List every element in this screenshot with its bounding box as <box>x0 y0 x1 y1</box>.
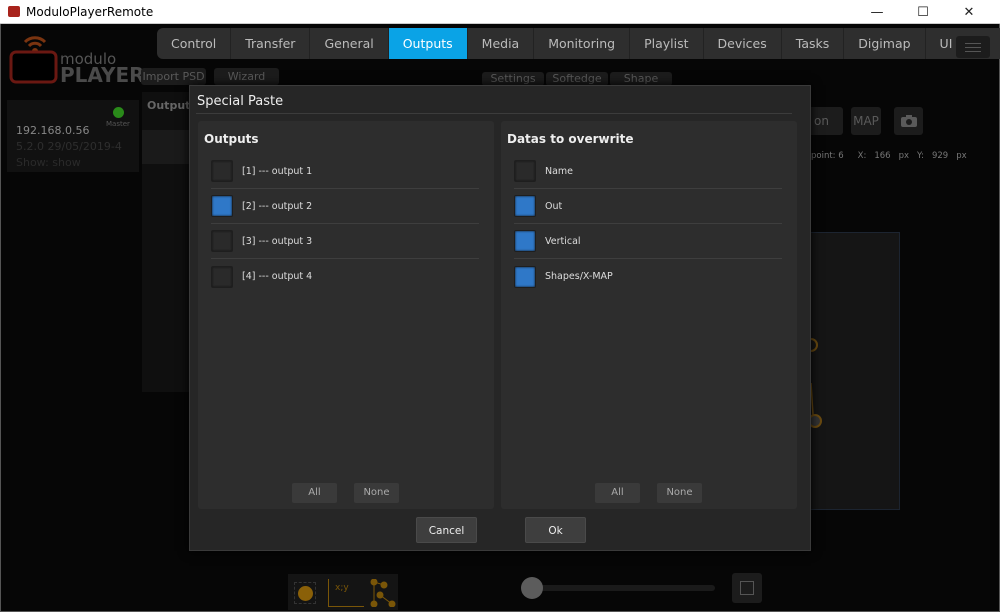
checkbox[interactable] <box>211 195 233 217</box>
list-item[interactable]: Shapes/X-MAP <box>514 259 782 294</box>
maximize-button[interactable]: ☐ <box>900 0 946 24</box>
camera-icon[interactable] <box>894 107 923 135</box>
checkbox[interactable] <box>514 265 536 288</box>
tab-digimap[interactable]: Digimap <box>844 28 926 59</box>
tab-transfer[interactable]: Transfer <box>231 28 311 59</box>
tab-playlist[interactable]: Playlist <box>630 28 704 59</box>
minimize-button[interactable]: — <box>854 0 900 24</box>
tab-general[interactable]: General <box>310 28 389 59</box>
y-value: 929 <box>931 151 949 161</box>
tab-monitoring[interactable]: Monitoring <box>534 28 631 59</box>
device-ip: 192.168.0.56 <box>16 124 90 137</box>
outputs-title: Outputs <box>204 132 259 146</box>
outputs-list-panel: Outputs <box>142 92 197 392</box>
bottom-tools: x;y <box>288 574 398 610</box>
divider <box>196 113 792 114</box>
tab-tasks[interactable]: Tasks <box>782 28 845 59</box>
item-label: [3] --- output 3 <box>242 235 313 247</box>
checkbox[interactable] <box>514 195 536 217</box>
item-label: Shapes/X-MAP <box>545 271 613 282</box>
checkbox[interactable] <box>514 160 536 182</box>
outputs-all-button[interactable]: All <box>292 483 337 503</box>
title-bar: ModuloPlayerRemote — ☐ ✕ <box>0 0 1000 24</box>
datas-title: Datas to overwrite <box>507 132 634 146</box>
item-label: Name <box>545 165 574 177</box>
device-show: Show: show <box>16 156 81 169</box>
item-label: [4] --- output 4 <box>242 271 313 282</box>
xy-label: x;y <box>335 583 349 593</box>
ok-button[interactable]: Ok <box>525 517 586 543</box>
dialog-title: Special Paste <box>197 94 284 109</box>
logo-icon <box>9 28 59 84</box>
status-indicator <box>113 107 124 118</box>
map-button[interactable]: MAP <box>851 107 881 135</box>
datas-none-button[interactable]: None <box>657 483 702 503</box>
coordinates-readout: point: 6 X: 166 px Y: 929 px <box>811 151 967 161</box>
item-label: Out <box>545 200 563 212</box>
list-item[interactable]: Out <box>514 189 782 224</box>
datas-panel: Datas to overwrite Name Out Vertical Shapes… <box>501 121 797 509</box>
tab-devices[interactable]: Devices <box>704 28 782 59</box>
zoom-slider[interactable] <box>530 585 715 591</box>
import-psd-button[interactable]: Import PSD <box>141 68 206 85</box>
subtab-softedge[interactable]: Softedge <box>546 72 608 86</box>
menu-icon[interactable] <box>956 36 990 58</box>
tab-media[interactable]: Media <box>468 28 535 59</box>
close-button[interactable]: ✕ <box>946 0 992 24</box>
list-item[interactable]: [1] --- output 1 <box>211 154 479 189</box>
outputs-none-button[interactable]: None <box>354 483 399 503</box>
device-version: 5.2.0 29/05/2019-4 <box>16 140 122 153</box>
y-label: Y: <box>917 151 924 161</box>
item-label: Vertical <box>545 235 581 247</box>
datas-all-button[interactable]: All <box>595 483 640 503</box>
cancel-button[interactable]: Cancel <box>416 517 477 543</box>
x-label: X: <box>857 151 867 161</box>
logo-text-player: PLAYER <box>60 63 145 87</box>
xy-tool-icon[interactable]: x;y <box>328 579 364 607</box>
window-title: ModuloPlayerRemote <box>26 4 154 19</box>
device-card[interactable]: Master 192.168.0.56 5.2.0 29/05/2019-4 S… <box>7 100 139 172</box>
fit-screen-icon[interactable] <box>732 573 762 603</box>
checkbox[interactable] <box>514 230 536 252</box>
point-label: point: 6 <box>811 151 844 161</box>
list-item[interactable]: [4] --- output 4 <box>211 259 479 294</box>
list-item[interactable]: Name <box>514 154 782 189</box>
list-item[interactable]: Vertical <box>514 224 782 259</box>
checkbox[interactable] <box>211 265 233 288</box>
subtab-settings[interactable]: Settings <box>482 72 544 86</box>
outputs-list-row <box>142 130 190 164</box>
item-label: [2] --- output 2 <box>242 200 313 212</box>
y-unit: px <box>956 151 967 161</box>
list-item[interactable]: [3] --- output 3 <box>211 224 479 259</box>
tab-control[interactable]: Control <box>157 28 232 59</box>
role-label: Master <box>106 120 130 128</box>
checkbox[interactable] <box>211 160 233 182</box>
tab-outputs[interactable]: Outputs <box>388 28 468 59</box>
app-icon <box>8 6 20 17</box>
checkbox[interactable] <box>211 230 233 252</box>
polygon-tool-icon[interactable] <box>370 579 398 607</box>
zoom-slider-handle[interactable] <box>521 577 543 599</box>
outputs-panel: Outputs [1] --- output 1 [2] --- output 2… <box>198 121 494 509</box>
main-tabs: Control Transfer General Outputs Media Monito… <box>157 28 1000 59</box>
item-label: [1] --- output 1 <box>242 165 313 177</box>
x-unit: px <box>898 151 910 161</box>
special-paste-dialog: Special Paste Outputs [1] --- output 1 [2… <box>189 85 811 551</box>
x-value: 166 <box>874 151 891 161</box>
wizard-button[interactable]: Wizard <box>214 68 279 85</box>
subtabs: Settings Softedge Shape <box>482 72 672 86</box>
point-tool-icon[interactable] <box>294 582 316 604</box>
list-item[interactable]: [2] --- output 2 <box>211 189 479 224</box>
subtab-shape[interactable]: Shape <box>610 72 672 86</box>
